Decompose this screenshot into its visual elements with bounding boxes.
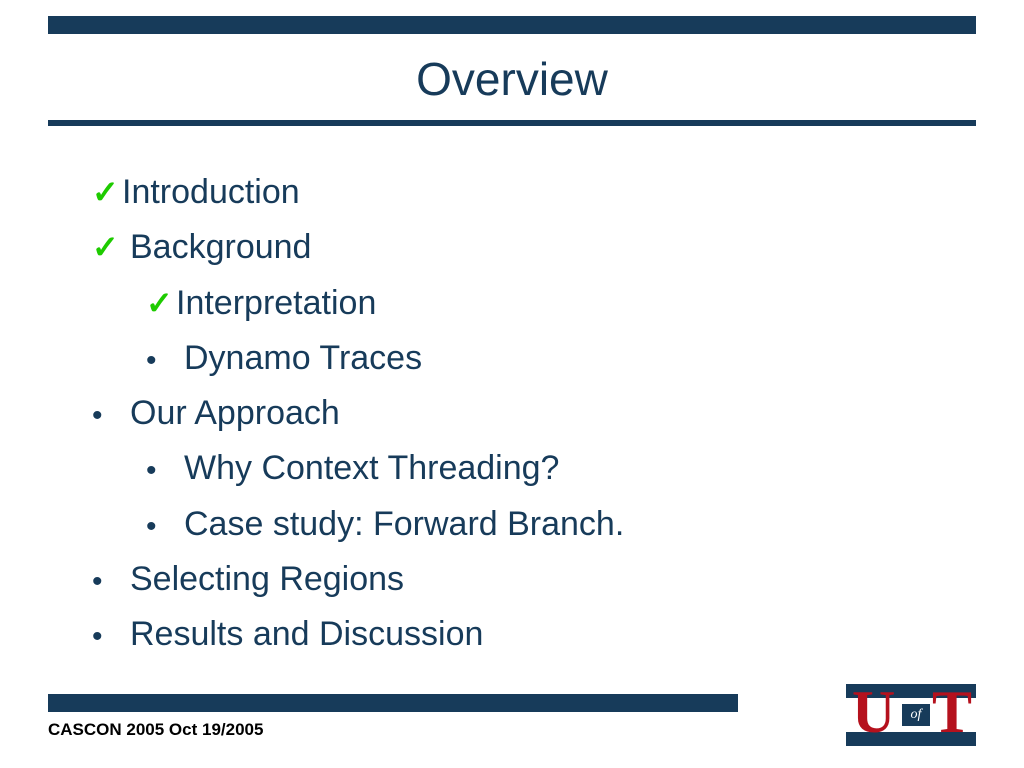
title-underline: [48, 120, 976, 126]
item-text: Dynamo Traces: [184, 334, 422, 383]
item-text: Case study: Forward Branch.: [184, 500, 624, 549]
logo-letter-u: U: [852, 682, 895, 742]
logo-of-box: of: [902, 704, 930, 726]
item-text: Background: [130, 223, 311, 272]
outline-item-selecting-regions: Selecting Regions: [92, 555, 964, 604]
outline-subitem-dynamo-traces: Dynamo Traces: [146, 334, 964, 383]
content-area: ✓ Introduction ✓ Background ✓ Interpreta…: [92, 168, 964, 666]
top-accent-bar: [48, 16, 976, 34]
bottom-accent-bar: [48, 694, 738, 712]
slide: Overview ✓ Introduction ✓ Background ✓ I…: [0, 0, 1024, 768]
outline-item-introduction: ✓ Introduction: [92, 168, 964, 217]
item-text: Why Context Threading?: [184, 444, 559, 493]
slide-title: Overview: [0, 52, 1024, 106]
bullet-icon: [92, 615, 130, 659]
bullet-icon: [146, 449, 184, 493]
item-text: Results and Discussion: [130, 610, 483, 659]
logo-letter-t: T: [932, 682, 972, 742]
item-text: Selecting Regions: [130, 555, 404, 604]
outline-subitem-case-study: Case study: Forward Branch.: [146, 500, 964, 549]
uoft-logo: U of T: [846, 684, 976, 746]
outline-item-our-approach: Our Approach: [92, 389, 964, 438]
bullet-icon: [92, 560, 130, 604]
outline-item-results: Results and Discussion: [92, 610, 964, 659]
outline-subitem-why-context-threading: Why Context Threading?: [146, 444, 964, 493]
item-text: Introduction: [122, 168, 300, 217]
bullet-icon: [146, 339, 184, 383]
checkmark-icon: ✓: [146, 280, 176, 326]
checkmark-icon: ✓: [92, 224, 130, 270]
item-text: Our Approach: [130, 389, 340, 438]
bullet-icon: [92, 394, 130, 438]
outline-subitem-interpretation: ✓ Interpretation: [146, 279, 964, 328]
bullet-icon: [146, 505, 184, 549]
footer-text: CASCON 2005 Oct 19/2005: [48, 720, 263, 740]
item-text: Interpretation: [176, 279, 376, 328]
checkmark-icon: ✓: [92, 169, 122, 215]
outline-item-background: ✓ Background: [92, 223, 964, 272]
